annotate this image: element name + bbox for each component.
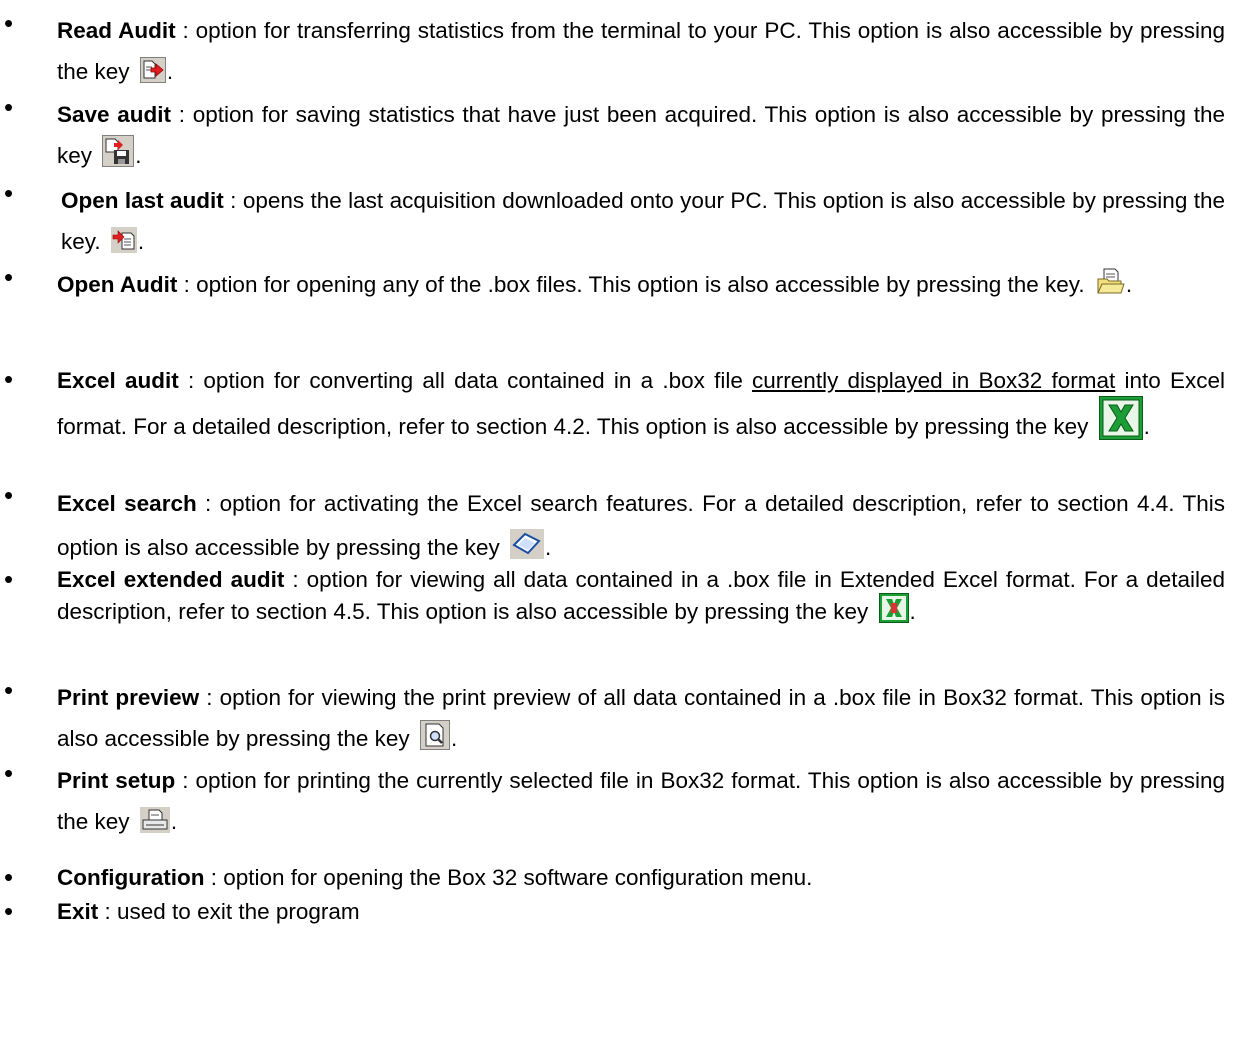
excel-extended-icon (878, 593, 909, 629)
printer-icon (139, 805, 170, 846)
option-description: : option for viewing the print preview o… (57, 685, 1225, 751)
bullet: • (4, 564, 14, 594)
print-preview-icon (419, 720, 450, 763)
option-name: Excel extended audit (57, 567, 285, 592)
option-description: : option for converting all data contain… (178, 368, 753, 393)
bullet: • (4, 758, 14, 788)
option-name: Print setup (57, 768, 176, 793)
option-description: : option for opening the Box 32 software… (204, 865, 813, 890)
bullet: • (4, 675, 14, 705)
option-description: : option for activating the Excel search… (57, 491, 1225, 560)
bullet: • (4, 178, 14, 208)
option-description: : opens the last acquisition downloaded … (61, 188, 1225, 254)
bullet: • (4, 364, 14, 394)
option-name: Save audit (57, 102, 172, 127)
option-name: Configuration (57, 865, 205, 890)
bullet: • (4, 480, 14, 510)
option-name: Exit (57, 899, 99, 924)
option-description: : used to exit the program (98, 899, 360, 924)
bullet: • (4, 8, 14, 38)
underlined-phrase: currently displayed in Box32 format (752, 368, 1116, 393)
option-description: : option for saving statistics that have… (57, 102, 1225, 168)
option-description: : option for transferring statistics fro… (57, 18, 1225, 84)
excel-icon (1098, 396, 1143, 448)
bullet: • (4, 896, 14, 926)
option-name: Open last audit (61, 188, 224, 213)
option-name: Read Audit (57, 18, 176, 43)
bullet: • (4, 862, 14, 892)
option-name: Print preview (57, 685, 200, 710)
option-description: : option for opening any of the .box fil… (177, 272, 1085, 297)
open-last-audit-icon (110, 225, 137, 266)
save-audit-icon (102, 135, 135, 180)
bullet: • (4, 92, 14, 122)
option-name: Open Audit (57, 272, 178, 297)
open-audit-icon (1094, 266, 1125, 309)
option-name: Excel search (57, 491, 197, 516)
option-name: Excel audit (57, 368, 179, 393)
bullet: • (4, 262, 14, 292)
document-page: • Read Audit : option for transferring s… (4, 8, 1226, 926)
option-description: : option for printing the currently sele… (57, 768, 1225, 834)
read-audit-icon (139, 55, 166, 96)
